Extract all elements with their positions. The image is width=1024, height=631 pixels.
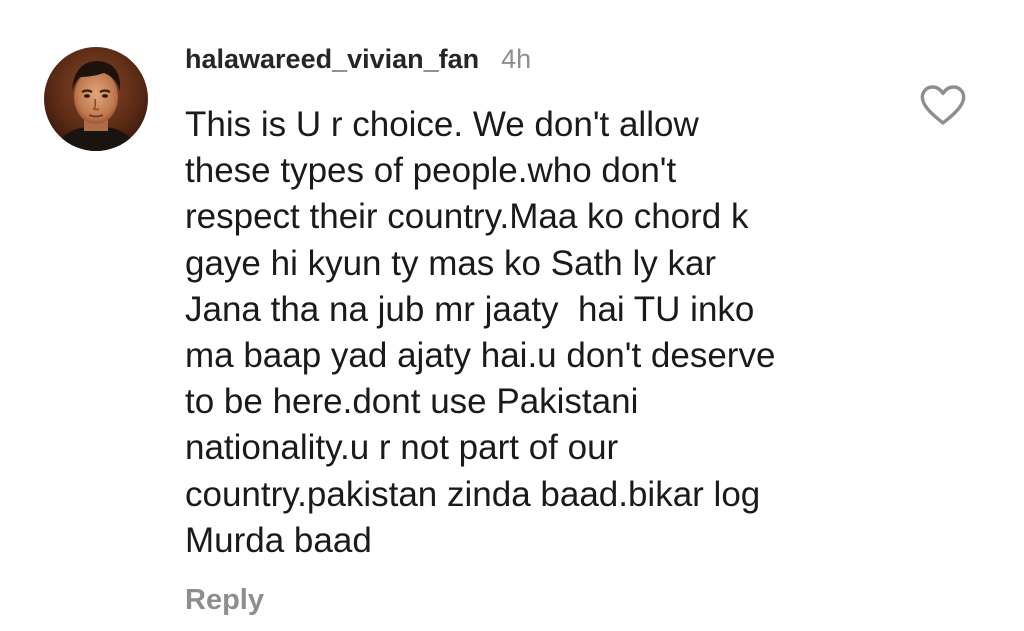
username-link[interactable]: halawareed_vivian_fan [185, 44, 479, 75]
heart-outline-icon [920, 85, 966, 125]
comment-text-line: ma baap yad ajaty hai.u don't deserve [185, 336, 776, 376]
comment-text-line: gaye hi kyun ty mas ko Sath ly kar [185, 243, 717, 283]
comment-text-line: This is U r choice. We don't allow [185, 105, 699, 144]
comment-text-line: Jana tha na jub mr jaaty hai TU inko [185, 289, 755, 329]
like-button[interactable] [919, 84, 967, 126]
comment-text-line: to be here.dont use Pakistani [185, 382, 639, 422]
comment-text-line: country.pakistan zinda baad.bikar log [185, 474, 761, 514]
comment-header: halawareed_vivian_fan 4h [185, 44, 531, 84]
comment: halawareed_vivian_fan 4h This is U r cho… [0, 0, 1024, 631]
avatar[interactable] [44, 47, 148, 151]
comment-text-line: nationality.u r not part of our [185, 428, 619, 468]
comment-text-line: respect their country.Maa ko chord k [185, 197, 749, 237]
reply-button[interactable]: Reply [185, 584, 264, 617]
comment-text-line: these types of people.who don't [185, 151, 677, 191]
comment-text-line: Murda baad [185, 520, 372, 560]
avatar-image [44, 47, 148, 151]
comment-text: This is U r choice. We don't allow these… [185, 102, 885, 564]
timestamp: 4h [501, 44, 532, 74]
